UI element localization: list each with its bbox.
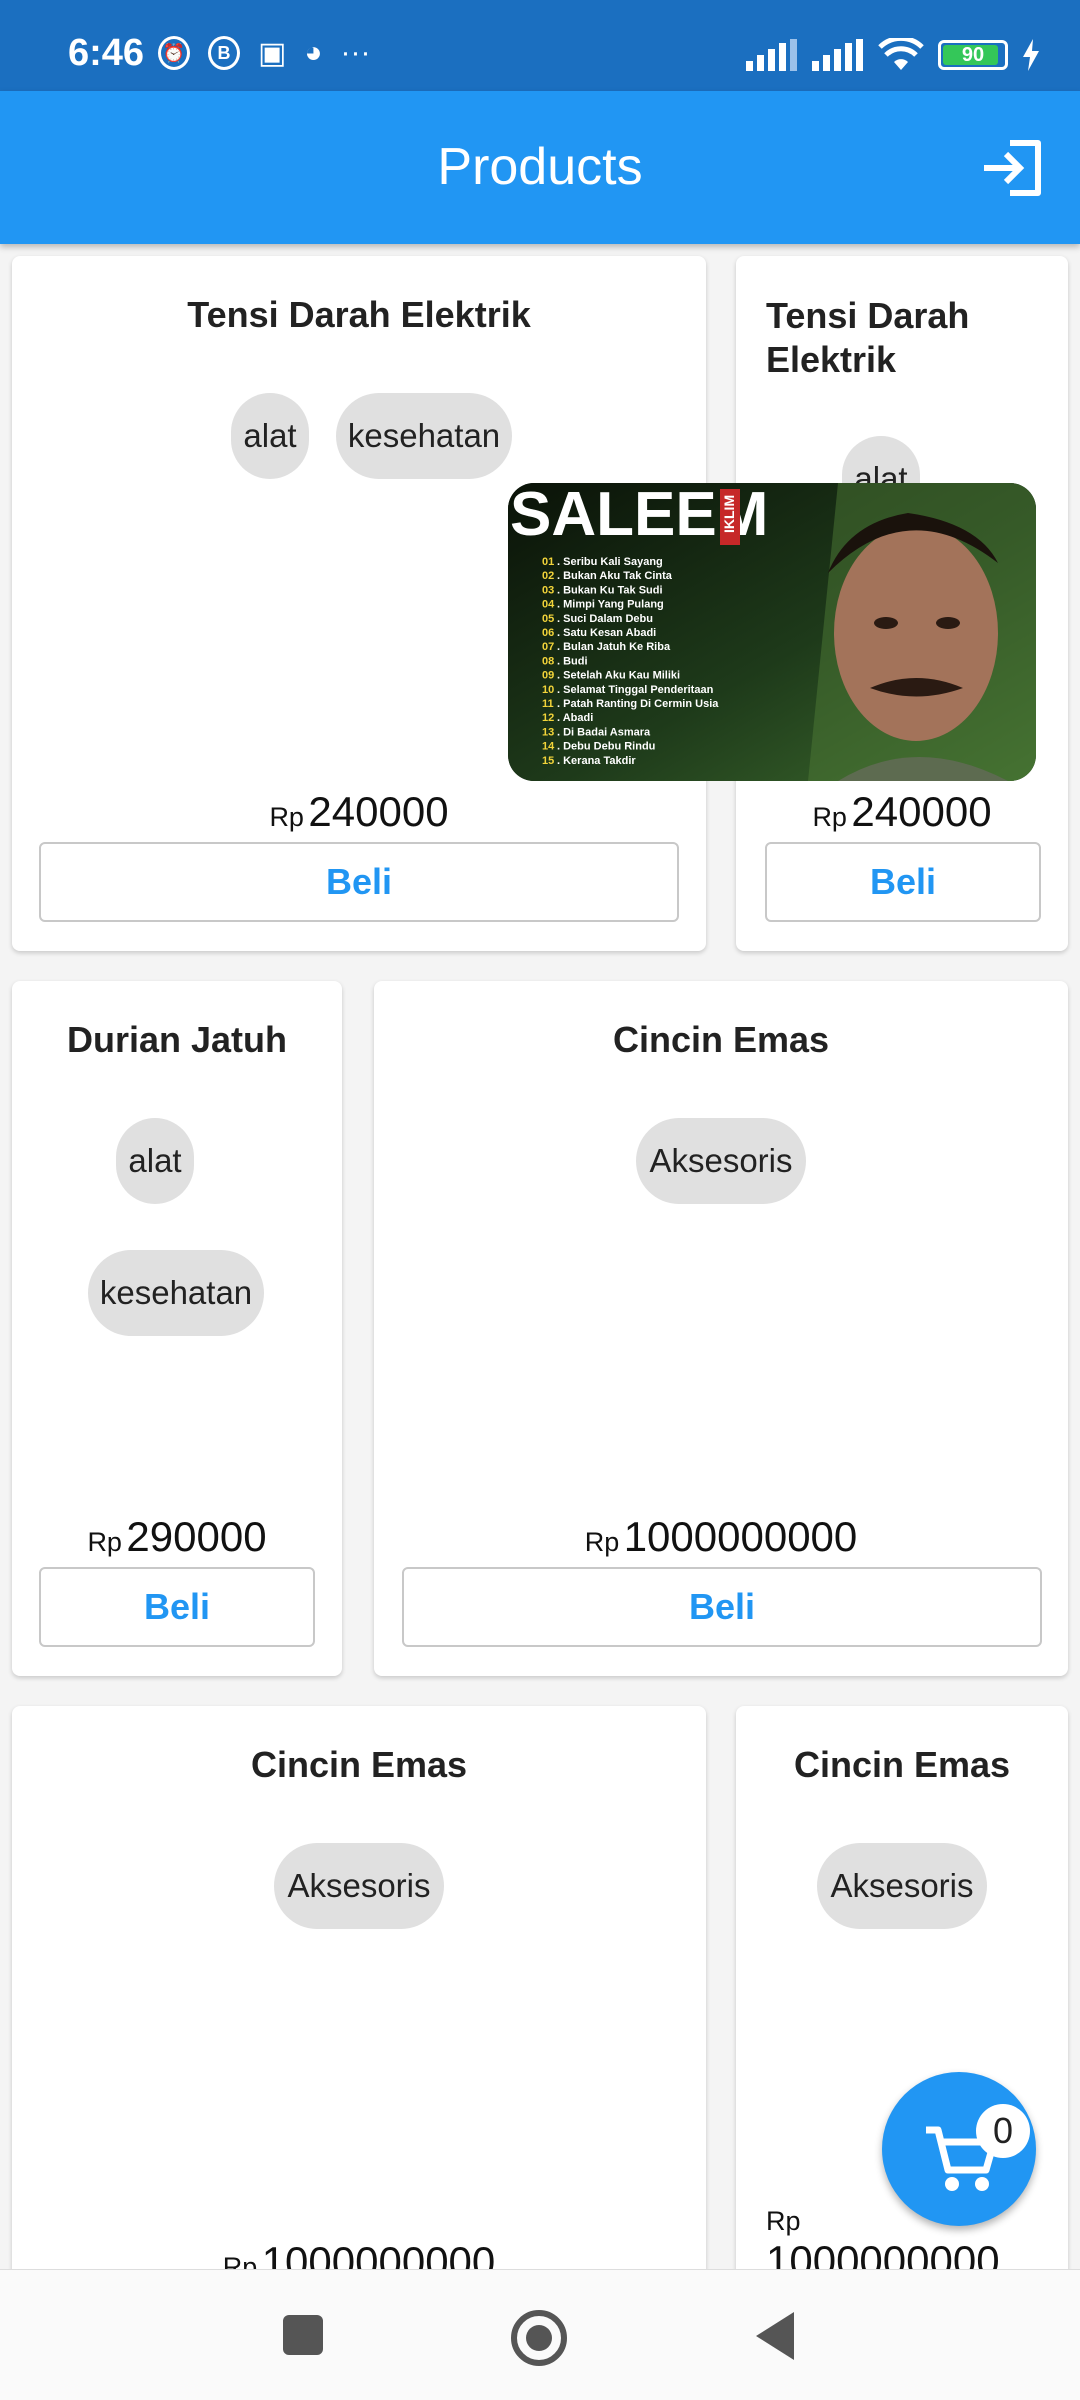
product-card[interactable]: Durian Jatuh alat kesehatan Rp 290000 Be… [12, 981, 342, 1676]
album-art: SALEEM IKLIM 01 . Seribu Kali Sayang02 .… [508, 483, 1036, 781]
product-price: Rp 240000 [12, 788, 706, 836]
track-number: 01 [542, 556, 554, 568]
cart-count-badge: 0 [976, 2104, 1030, 2158]
track-title: . Setelah Aku Kau Miliki [557, 670, 680, 682]
currency-label: Rp [812, 802, 847, 832]
home-button[interactable] [511, 2310, 567, 2366]
track-number: 07 [542, 641, 554, 653]
more-indicator: ··· [340, 36, 371, 69]
product-title: Tensi Darah Elektrik [766, 295, 970, 380]
buy-button[interactable]: Beli [39, 1567, 315, 1647]
track-number: 06 [542, 627, 554, 639]
track-number: 05 [542, 613, 554, 625]
track-title: . Bulan Jatuh Ke Riba [557, 641, 671, 653]
track-title: . Kerana Takdir [557, 755, 636, 767]
product-price: Rp 1000000000 [12, 2238, 706, 2269]
track-number: 12 [542, 712, 554, 724]
tag-chip: Aksesoris [636, 1118, 806, 1204]
track-number: 14 [542, 741, 555, 753]
product-title: Tensi Darah Elektrik [187, 294, 531, 335]
product-price: Rp 1000000000 [374, 1513, 1068, 1561]
tag-chip: kesehatan [88, 1250, 264, 1336]
app-bar: Products [0, 91, 1080, 244]
signal-icon [746, 39, 797, 71]
page-title: Products [437, 138, 643, 196]
track-title: . Satu Kesan Abadi [557, 627, 656, 639]
product-card[interactable]: Cincin Emas Aksesoris Rp 1000000000 Beli [374, 981, 1068, 1676]
track-number: 09 [542, 670, 554, 682]
price-value: 1000000000 [766, 2237, 1000, 2269]
price-value: 1000000000 [261, 2238, 496, 2269]
track-title: . Mimpi Yang Pulang [557, 599, 664, 611]
system-nav-bar [0, 2269, 1080, 2400]
currency-label: Rp [584, 1527, 620, 1557]
back-button[interactable] [756, 2312, 794, 2360]
product-card[interactable]: Cincin Emas Aksesoris Rp 1000000000 [12, 1706, 706, 2269]
track-title: . Bukan Aku Tak Cinta [557, 570, 673, 582]
sim-icon: ▣ [258, 36, 287, 70]
track-title: . Seribu Kali Sayang [557, 556, 663, 568]
tag-chip: Aksesoris [274, 1843, 444, 1929]
currency-label: Rp [269, 802, 304, 832]
price-value: 240000 [851, 788, 992, 835]
track-number: 08 [542, 655, 554, 667]
tag-chip: kesehatan [336, 393, 512, 479]
currency-label: Rp [222, 2252, 258, 2269]
price-value: 290000 [126, 1513, 267, 1560]
status-icons: ⏰ B ▣ ◕ ··· [158, 36, 370, 70]
app-icon: ◕ [304, 36, 323, 69]
tag-chip: alat [116, 1118, 194, 1204]
b-icon: B [208, 36, 240, 70]
alarm-icon: ⏰ [158, 36, 190, 70]
album-subtitle: IKLIM [721, 495, 737, 533]
track-title: . Suci Dalam Debu [557, 613, 653, 625]
status-time: 6:46 [68, 32, 145, 74]
battery-icon: 90 [938, 40, 1008, 70]
currency-label: Rp [87, 1527, 122, 1557]
track-number: 02 [542, 570, 554, 582]
album-cover-image: SALEEM IKLIM 01 . Seribu Kali Sayang 02 .… [508, 483, 1036, 781]
charging-icon [1023, 39, 1039, 71]
battery-level: 90 [961, 43, 985, 66]
wifi-icon [878, 38, 924, 70]
product-price: Rp 290000 [12, 1513, 342, 1561]
product-title: Durian Jatuh [66, 1019, 288, 1060]
product-price: Rp 240000 [736, 788, 1068, 836]
product-title: Cincin Emas [612, 1019, 830, 1060]
price-value: 240000 [308, 788, 449, 835]
buy-button[interactable]: Beli [765, 842, 1041, 922]
track-number: 15 [542, 755, 554, 767]
buy-button[interactable]: Beli [39, 842, 679, 922]
track-title: . Budi [557, 655, 588, 667]
track-number: 03 [542, 584, 554, 596]
status-bar: 6:46 ⏰ B ▣ ◕ ··· 90 [0, 0, 1080, 91]
recents-button[interactable] [283, 2315, 323, 2355]
logout-icon[interactable] [980, 139, 1044, 197]
face-shape [834, 525, 998, 741]
track-number: 11 [542, 698, 554, 710]
track-title: . Selamat Tinggal Penderitaan [557, 684, 714, 696]
buy-button[interactable]: Beli [402, 1567, 1042, 1647]
signal-icon-2 [812, 39, 863, 71]
track-title: . Abadi [557, 712, 593, 724]
tag-chip: alat [231, 393, 309, 479]
product-title: Cincin Emas [250, 1744, 468, 1785]
price-value: 1000000000 [623, 1513, 858, 1560]
track-number: 04 [542, 599, 555, 611]
tag-chip: Aksesoris [817, 1843, 987, 1929]
track-number: 10 [542, 684, 554, 696]
track-title: . Patah Ranting Di Cermin Usia [557, 698, 719, 710]
product-title: Cincin Emas [793, 1744, 1011, 1785]
track-title: . Debu Debu Rindu [557, 741, 655, 753]
track-title: . Bukan Ku Tak Sudi [557, 584, 663, 596]
track-title: . Di Badai Asmara [557, 726, 651, 738]
track-number: 13 [542, 726, 554, 738]
status-right: 90 [746, 38, 1040, 72]
